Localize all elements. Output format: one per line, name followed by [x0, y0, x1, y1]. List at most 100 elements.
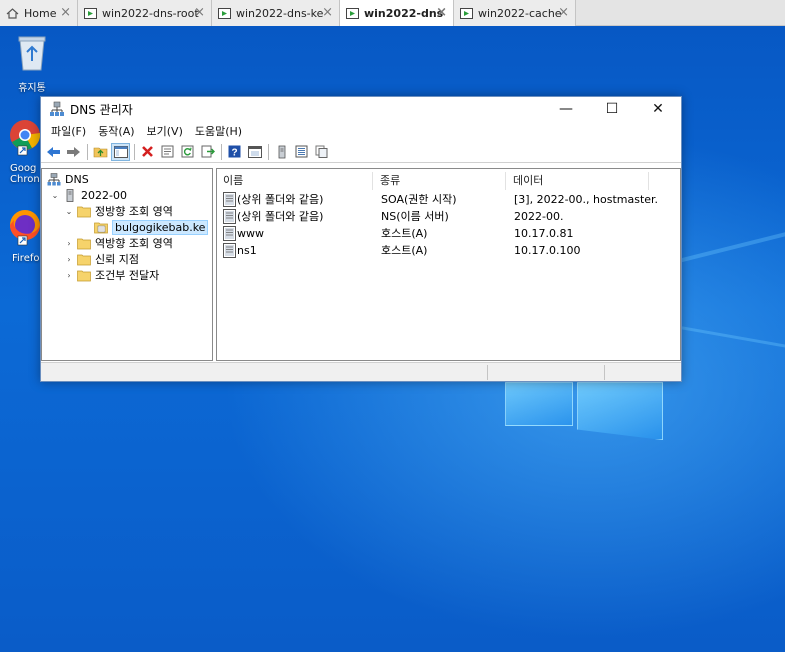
column-header-data[interactable]: 데이터 — [507, 172, 649, 190]
cell-data: 2022-00. — [514, 210, 564, 223]
help-button[interactable]: ? — [225, 143, 244, 161]
dns-root-icon — [47, 172, 61, 185]
home-icon — [6, 7, 19, 19]
collapsed-chevron-icon[interactable]: › — [64, 255, 74, 264]
refresh-button[interactable] — [178, 143, 197, 161]
tree-node-forward-lookup-zones[interactable]: ⌄ 정방향 조회 영역 — [64, 203, 173, 219]
expanded-chevron-icon[interactable]: ⌄ — [64, 207, 74, 216]
tree-node-trust-points[interactable]: › 신뢰 지점 — [64, 251, 139, 267]
chrome-icon — [10, 120, 41, 156]
list-icon — [295, 145, 308, 158]
close-button[interactable]: ✕ — [635, 97, 681, 121]
expanded-chevron-icon[interactable]: ⌄ — [50, 191, 60, 200]
folder-icon — [77, 270, 91, 281]
zone-icon — [94, 222, 108, 233]
recycle-bin-label: 휴지통 — [18, 83, 46, 94]
tree-node-dns[interactable]: DNS — [47, 171, 89, 187]
tree-node-label: 신뢰 지점 — [95, 253, 139, 266]
menu-view[interactable]: 보기(V) — [141, 123, 189, 139]
help-icon: ? — [228, 145, 241, 158]
tree-node-reverse-lookup-zones[interactable]: › 역방향 조회 영역 — [64, 235, 172, 251]
tree-node-label: bulgogikebab.ke — [112, 219, 209, 235]
table-row[interactable]: (상위 폴더와 같음) SOA(권한 시작) [3], 2022-00., ho… — [221, 192, 676, 208]
tab-win2022-dns-root[interactable]: win2022-dns-root × — [78, 0, 212, 26]
tree-node-server[interactable]: ⌄ 2022-00 — [50, 187, 127, 203]
tree-node-label: 조건부 전달자 — [95, 269, 160, 282]
window-title: DNS 관리자 — [70, 102, 133, 117]
recycle-bin-shortcut[interactable]: 휴지통 — [2, 34, 62, 94]
toolbar-separator — [268, 143, 269, 160]
record-icon — [223, 209, 236, 224]
cell-data: 10.17.0.81 — [514, 227, 574, 240]
copy-button[interactable] — [312, 143, 331, 161]
cell-name: (상위 폴더와 같음) — [237, 210, 324, 223]
server-button[interactable] — [272, 143, 291, 161]
column-header-type[interactable]: 종류 — [374, 172, 506, 190]
close-tab-icon[interactable]: × — [194, 6, 205, 19]
cell-name: www — [237, 227, 264, 240]
tab-home[interactable]: Home × — [0, 0, 78, 26]
status-divider — [604, 365, 605, 380]
properties-icon — [161, 145, 174, 158]
tab-win2022-cache[interactable]: win2022-cache × — [454, 0, 576, 26]
close-tab-icon[interactable]: × — [60, 6, 71, 19]
menu-action[interactable]: 동작(A) — [92, 123, 140, 139]
cell-type: 호스트(A) — [381, 244, 428, 257]
export-icon — [201, 145, 215, 158]
folder-icon — [77, 206, 91, 217]
folder-icon — [77, 254, 91, 265]
export-list-button[interactable] — [198, 143, 217, 161]
list-button[interactable] — [292, 143, 311, 161]
maximize-button[interactable]: ☐ — [589, 97, 635, 121]
close-tab-icon[interactable]: × — [558, 6, 569, 19]
wallpaper-logo-pane — [577, 382, 663, 440]
delete-button[interactable] — [138, 143, 157, 161]
dns-manager-icon — [50, 101, 64, 116]
tab-win2022-dns[interactable]: win2022-dns × — [340, 0, 454, 27]
console-button[interactable] — [245, 143, 264, 161]
show-tree-icon — [113, 145, 128, 158]
copy-icon — [315, 145, 328, 158]
close-tab-icon[interactable]: × — [436, 6, 447, 19]
menu-file[interactable]: 파일(F) — [45, 123, 92, 139]
menu-help[interactable]: 도움말(H) — [189, 123, 248, 139]
cell-type: SOA(권한 시작) — [381, 193, 457, 206]
record-icon — [223, 243, 236, 258]
tab-label: win2022-dns-ke — [236, 6, 324, 20]
folder-icon — [77, 238, 91, 249]
cell-name: (상위 폴더와 같음) — [237, 193, 324, 206]
collapsed-chevron-icon[interactable]: › — [64, 271, 74, 280]
title-bar[interactable]: DNS 관리자 — ☐ ✕ — [41, 97, 681, 121]
properties-button[interactable] — [158, 143, 177, 161]
cell-data: 10.17.0.100 — [514, 244, 581, 257]
split-panes: DNS ⌄ 2022-00 ⌄ 정방향 조회 영역 bulgogikebab.k… — [41, 168, 681, 361]
tab-label: win2022-dns — [364, 7, 444, 20]
forward-icon — [67, 146, 80, 157]
table-row[interactable]: ns1 호스트(A) 10.17.0.100 — [221, 243, 676, 259]
toolbar: ? — [41, 141, 681, 163]
tree-node-zone[interactable]: bulgogikebab.ke — [94, 219, 209, 235]
back-icon — [47, 146, 60, 157]
show-tree-button[interactable] — [111, 142, 130, 161]
tree-node-conditional-forwarders[interactable]: › 조건부 전달자 — [64, 267, 159, 283]
table-row[interactable]: www 호스트(A) 10.17.0.81 — [221, 226, 676, 242]
cell-type: NS(이름 서버) — [381, 210, 449, 223]
forward-button[interactable] — [64, 143, 83, 161]
collapsed-chevron-icon[interactable]: › — [64, 239, 74, 248]
tab-win2022-dns-ke[interactable]: win2022-dns-ke × — [212, 0, 340, 26]
vm-tab-strip: Home × win2022-dns-root × win2022-dns-ke… — [0, 0, 785, 27]
vm-icon — [346, 8, 359, 19]
wallpaper-logo-pane — [505, 382, 573, 426]
up-folder-icon — [93, 147, 108, 158]
up-folder-button[interactable] — [91, 143, 110, 161]
menu-bar: 파일(F) 동작(A) 보기(V) 도움말(H) — [41, 121, 681, 141]
cell-type: 호스트(A) — [381, 227, 428, 240]
refresh-icon — [181, 145, 194, 158]
back-button[interactable] — [44, 143, 63, 161]
recycle-bin-icon — [18, 36, 46, 71]
cell-name: ns1 — [237, 244, 257, 257]
column-header-name[interactable]: 이름 — [217, 172, 373, 190]
table-row[interactable]: (상위 폴더와 같음) NS(이름 서버) 2022-00. — [221, 209, 676, 225]
minimize-button[interactable]: — — [543, 97, 589, 121]
close-tab-icon[interactable]: × — [322, 6, 333, 19]
